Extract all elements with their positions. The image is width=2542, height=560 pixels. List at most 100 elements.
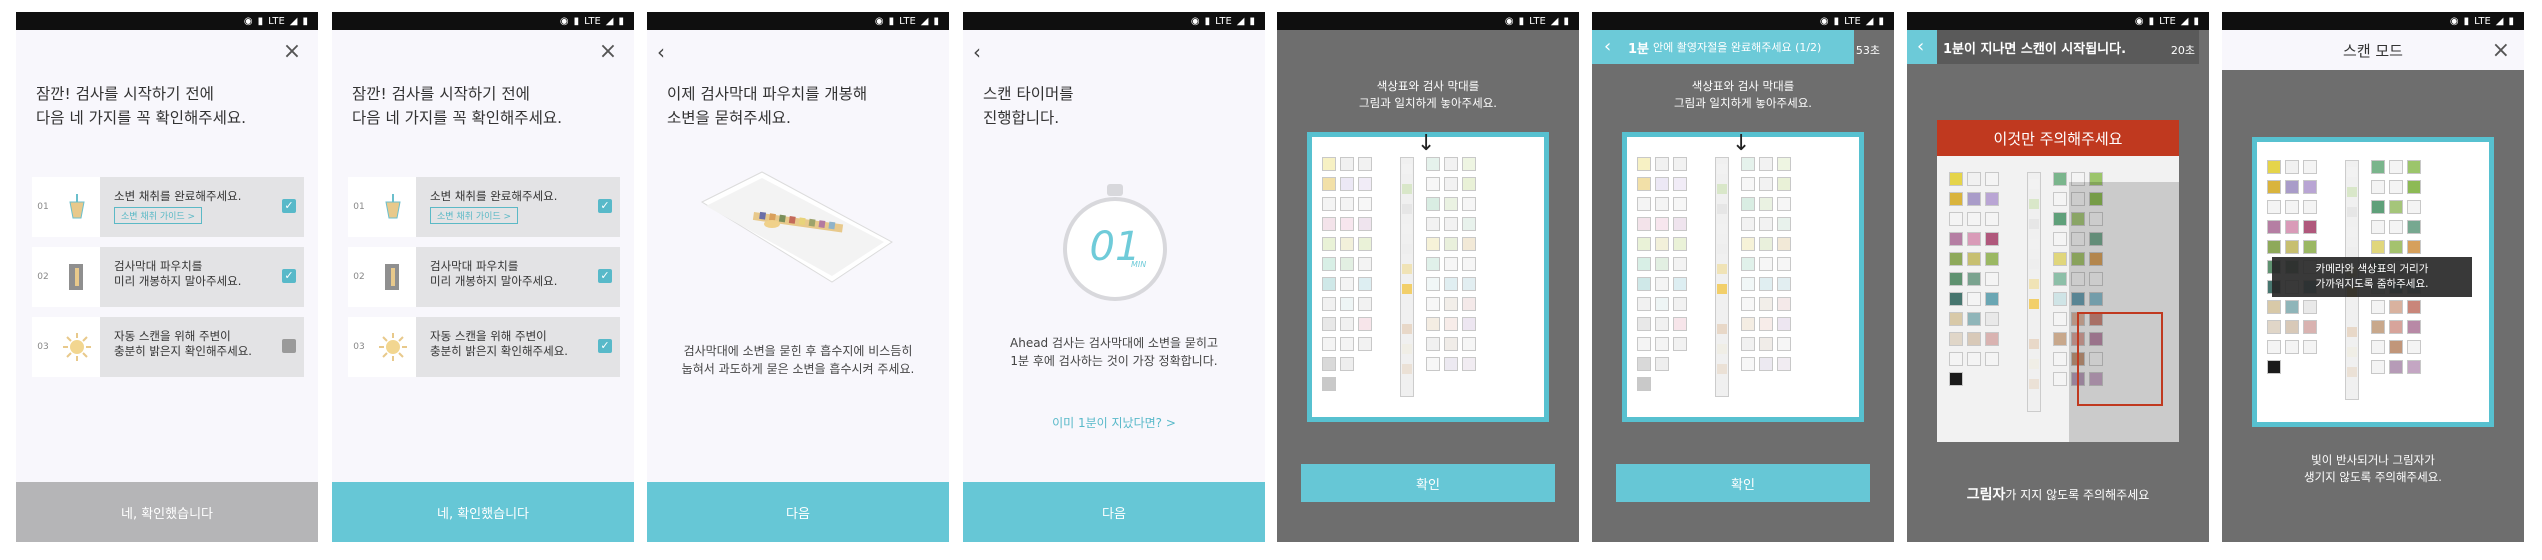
color-swatch [1426, 317, 1440, 331]
strip-pad [1402, 284, 1412, 294]
color-swatch [1637, 177, 1651, 191]
checklist-item[interactable]: 01 소변 채취를 완료해주세요. 소변 채취 가이드 > ✓ [32, 177, 304, 237]
color-swatch [1985, 172, 1999, 186]
close-icon[interactable]: × [596, 40, 620, 64]
back-icon[interactable]: ‹ [657, 40, 681, 64]
color-swatch [1462, 237, 1476, 251]
color-swatch [1655, 317, 1669, 331]
lte-indicator: LTE [2159, 15, 2176, 27]
checklist-item[interactable]: 01 소변 채취를 완료해주세요. 소변 채취 가이드 > ✓ [348, 177, 620, 237]
confirm-button[interactable]: 확인 [1616, 464, 1870, 502]
test-strip [1715, 157, 1729, 397]
strip-pad [1717, 324, 1727, 334]
strip-pad [2029, 299, 2039, 309]
item-checkbox[interactable]: ✓ [282, 269, 296, 283]
strip-pad [2029, 199, 2039, 209]
checklist-item[interactable]: 03 자동 스캔을 위해 주변이 충분히 밝은지 확인해주세요. ✓ [348, 317, 620, 377]
color-swatch [2285, 240, 2299, 254]
color-swatch [1655, 197, 1669, 211]
color-swatch [2371, 180, 2385, 194]
strip-pad [2347, 207, 2357, 217]
color-swatch [1985, 192, 1999, 206]
color-swatch [2267, 200, 2281, 214]
item-checkbox[interactable]: ✓ [598, 269, 612, 283]
color-swatch [1673, 237, 1687, 251]
back-icon[interactable]: ‹ [1604, 36, 1611, 57]
color-swatch [1340, 217, 1354, 231]
urine-guide-link[interactable]: 소변 채취 가이드 > [114, 207, 203, 224]
back-icon[interactable]: ‹ [973, 40, 997, 64]
color-swatch [2053, 252, 2067, 266]
back-icon[interactable]: ‹ [1907, 30, 1937, 64]
wifi-icon: ◢ [2180, 15, 2189, 27]
confirm-button[interactable]: 확인 [1301, 464, 1555, 502]
close-icon[interactable]: × [2492, 38, 2510, 63]
strip-pad [1402, 324, 1412, 334]
timer-knob [1107, 184, 1123, 196]
color-swatch [1462, 297, 1476, 311]
color-swatch [1741, 317, 1755, 331]
item-checkbox[interactable]: ✓ [598, 199, 612, 213]
next-button[interactable]: 다음 [963, 482, 1265, 542]
color-swatch [2285, 180, 2299, 194]
color-swatch [1967, 192, 1981, 206]
confirm-button[interactable]: 네, 확인했습니다 [332, 482, 634, 542]
instruction-text: 검사막대에 소변을 묻힌 후 흡수지에 비스듬히 눕혀서 과도하게 묻은 소변을… [681, 344, 915, 376]
strip-pad [2029, 179, 2039, 189]
already-passed-link[interactable]: 이미 1분이 지났다면? > [963, 414, 1265, 431]
item-checkbox[interactable]: ✓ [282, 199, 296, 213]
color-swatch [1462, 317, 1476, 331]
strip-pad [1402, 344, 1412, 354]
strip-pad [2029, 319, 2039, 329]
color-swatch [1777, 257, 1791, 271]
color-swatch [1655, 337, 1669, 351]
strip-pad [2347, 307, 2357, 317]
checklist-item[interactable]: 02 검사막대 파우치를 미리 개봉하지 말아주세요. ✓ [32, 247, 304, 307]
color-swatch [1759, 297, 1773, 311]
checklist-item[interactable]: 03 자동 스캔을 위해 주변이 충분히 밝은지 확인해주세요. ✓ [32, 317, 304, 377]
color-swatch [1949, 312, 1963, 326]
color-swatch [1444, 337, 1458, 351]
color-swatch [1322, 237, 1336, 251]
confirm-button[interactable]: 네, 확인했습니다 [16, 482, 318, 542]
timer-value: 01 [1089, 224, 1141, 270]
strip-pad [1717, 164, 1727, 174]
color-swatch [2053, 372, 2067, 386]
battery-icon: ▮ [933, 15, 939, 27]
item-checkbox[interactable]: ✓ [598, 339, 612, 353]
color-swatch [1985, 232, 1999, 246]
color-swatch [1637, 317, 1651, 331]
close-icon[interactable]: × [280, 40, 304, 64]
color-swatch [1985, 332, 1999, 346]
color-swatch [1444, 197, 1458, 211]
color-swatch [1985, 212, 1999, 226]
page-title: 스캔 모드 [2222, 30, 2524, 70]
strip-pad [1402, 204, 1412, 214]
pouch-icon [54, 247, 100, 307]
vibrate-icon: ▮ [888, 15, 895, 27]
color-swatch [2267, 360, 2281, 374]
color-swatch [1949, 352, 1963, 366]
color-swatch [1462, 197, 1476, 211]
color-swatch [2407, 220, 2421, 234]
color-swatch [2389, 300, 2403, 314]
urine-guide-link[interactable]: 소변 채취 가이드 > [430, 207, 519, 224]
color-swatch [1777, 177, 1791, 191]
eye-icon: ◉ [559, 15, 569, 27]
shadow-highlight-box [2077, 312, 2163, 406]
color-swatch [1949, 172, 1963, 186]
checklist-item[interactable]: 02 검사막대 파우치를 미리 개봉하지 말아주세요. ✓ [348, 247, 620, 307]
strip-pad [2347, 347, 2357, 357]
color-swatch [1444, 277, 1458, 291]
color-swatch [2303, 240, 2317, 254]
color-swatch [2371, 200, 2385, 214]
color-swatch [1949, 292, 1963, 306]
color-swatch [1637, 357, 1651, 371]
color-swatch [1340, 297, 1354, 311]
color-swatch [1759, 217, 1773, 231]
screen-checklist-2: ◉ ▮ LTE ◢ ▮ × 잠깐! 검사를 시작하기 전에 다음 네 가지를 꼭 확인해… [332, 12, 634, 542]
item-checkbox[interactable]: ✓ [282, 339, 296, 353]
item-text-box: 자동 스캔을 위해 주변이 충분히 밝은지 확인해주세요. ✓ [416, 317, 620, 377]
next-button[interactable]: 다음 [647, 482, 949, 542]
battery-icon: ▮ [2508, 15, 2514, 27]
